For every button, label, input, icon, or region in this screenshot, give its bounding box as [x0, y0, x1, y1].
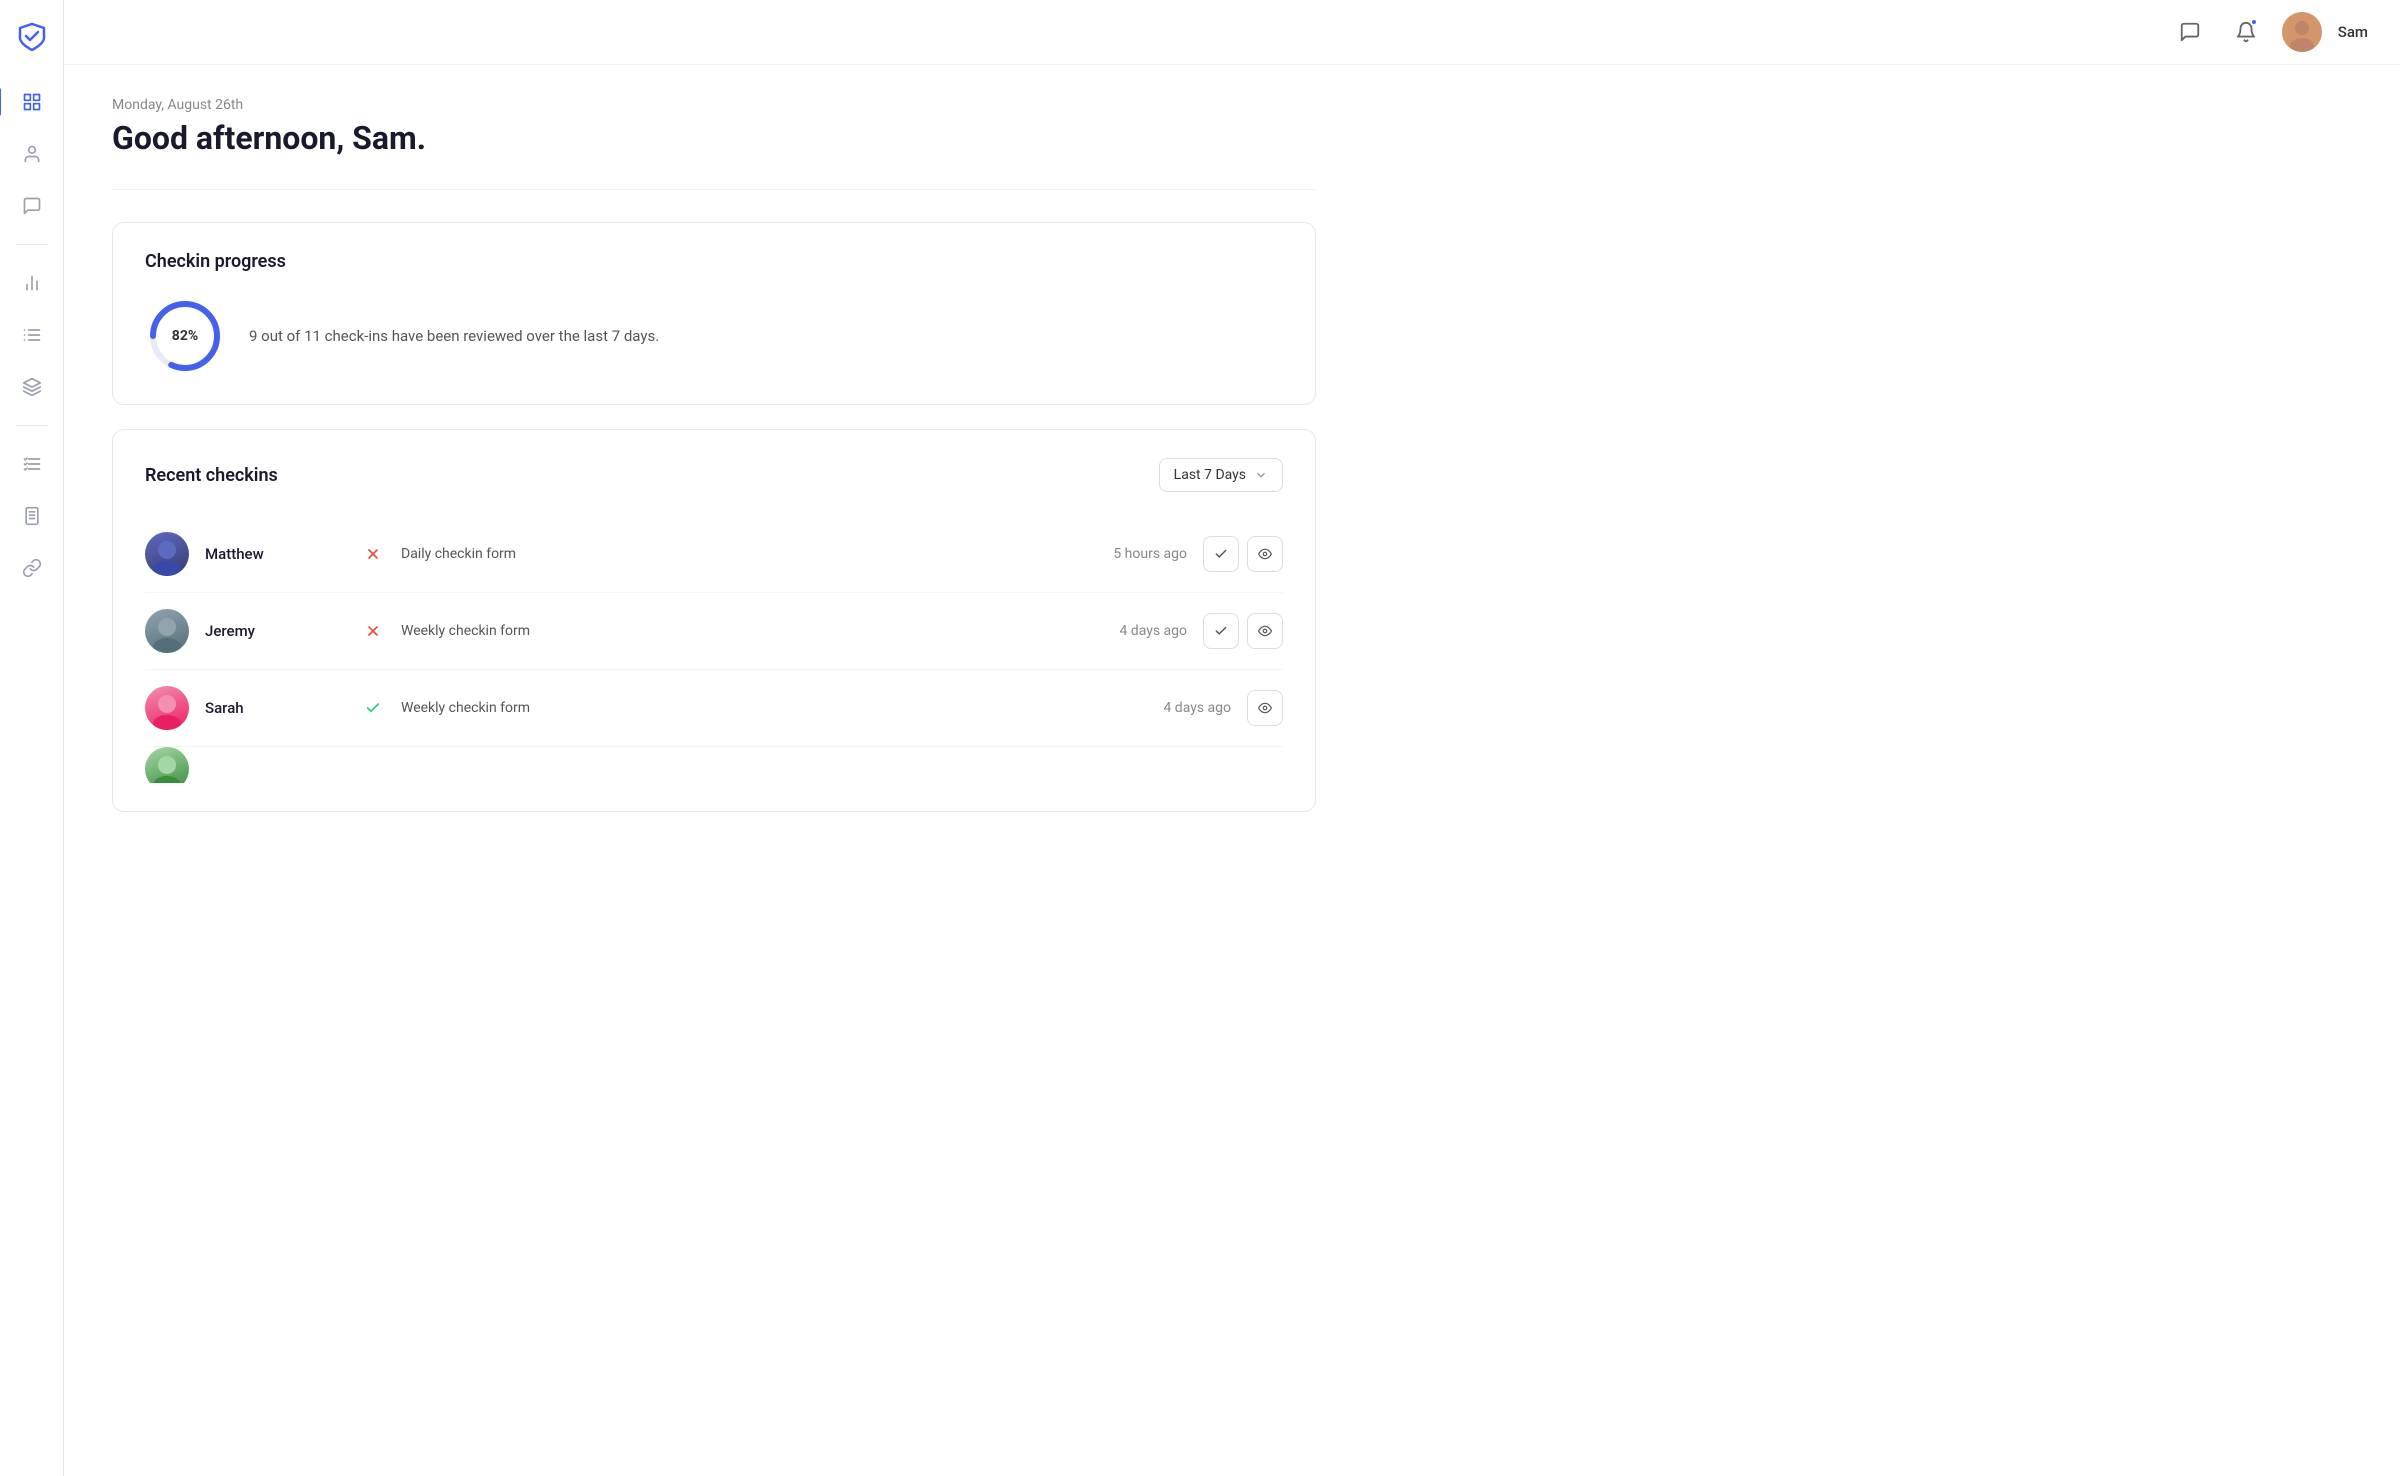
checkin-actions-matthew [1203, 536, 1283, 572]
app-logo[interactable] [12, 16, 52, 56]
time-filter-select[interactable]: Last 7 Days [1159, 458, 1283, 492]
checkin-row-jeremy: Jeremy Weekly checkin form 4 days ago [145, 593, 1283, 670]
checkin-form-matthew: Daily checkin form [401, 546, 1051, 562]
username-label: Sam [2338, 23, 2368, 41]
chat-icon-button[interactable] [2170, 12, 2210, 52]
sidebar-item-users[interactable] [10, 132, 54, 176]
sidebar-item-analytics[interactable] [10, 261, 54, 305]
progress-section: 82% 9 out of 11 check-ins have been revi… [145, 296, 1283, 376]
sidebar-item-dashboard[interactable] [10, 80, 54, 124]
checkin-name-jeremy: Jeremy [205, 622, 345, 640]
sidebar-item-layers[interactable] [10, 365, 54, 409]
checkin-row-partial [145, 747, 1283, 783]
view-button-jeremy[interactable] [1247, 613, 1283, 649]
status-icon-sarah [361, 696, 385, 720]
checkin-name-matthew: Matthew [205, 545, 345, 563]
progress-percentage-label: 82% [172, 328, 198, 344]
recent-checkins-header: Recent checkins Last 7 Days [145, 458, 1283, 492]
checkin-actions-sarah [1247, 690, 1283, 726]
checkin-name-sarah: Sarah [205, 699, 345, 717]
status-icon-matthew [361, 542, 385, 566]
avatar-partial [145, 747, 189, 783]
checkin-actions-jeremy [1203, 613, 1283, 649]
sidebar-item-list[interactable] [10, 313, 54, 357]
approve-button-matthew[interactable] [1203, 536, 1239, 572]
view-button-matthew[interactable] [1247, 536, 1283, 572]
avatar-sarah [145, 686, 189, 730]
notification-icon-button[interactable] [2226, 12, 2266, 52]
checkin-progress-card: Checkin progress 82% 9 out of 11 check-i… [112, 222, 1316, 405]
progress-circle: 82% [145, 296, 225, 376]
checkin-time-matthew: 5 hours ago [1067, 546, 1187, 562]
greeting-title: Good afternoon, Sam. [112, 119, 1316, 157]
avatar-jeremy [145, 609, 189, 653]
checkin-form-sarah: Weekly checkin form [401, 700, 1095, 716]
progress-description: 9 out of 11 check-ins have been reviewed… [249, 325, 659, 348]
sidebar-item-messages[interactable] [10, 184, 54, 228]
topbar: Sam [64, 0, 2400, 65]
checkin-row-sarah: Sarah Weekly checkin form 4 days ago [145, 670, 1283, 747]
approve-button-jeremy[interactable] [1203, 613, 1239, 649]
main-content: Sam Monday, August 26th Good afternoon, … [64, 0, 2400, 1476]
greeting-date: Monday, August 26th [112, 97, 1316, 113]
checkin-time-sarah: 4 days ago [1111, 700, 1231, 716]
sidebar-item-integrations[interactable] [10, 546, 54, 590]
recent-checkins-card: Recent checkins Last 7 Days Matthew [112, 429, 1316, 812]
status-icon-jeremy [361, 619, 385, 643]
checkin-row-matthew: Matthew Daily checkin form 5 hours ago [145, 516, 1283, 593]
page-content: Monday, August 26th Good afternoon, Sam.… [64, 65, 1364, 844]
checkin-time-jeremy: 4 days ago [1067, 623, 1187, 639]
section-divider [112, 189, 1316, 190]
recent-checkins-title: Recent checkins [145, 465, 278, 486]
sidebar-item-forms[interactable] [10, 494, 54, 538]
checkin-progress-title: Checkin progress [145, 251, 1283, 272]
filter-label: Last 7 Days [1174, 467, 1246, 483]
avatar[interactable] [2282, 12, 2322, 52]
notification-badge [2250, 18, 2258, 26]
checkin-form-jeremy: Weekly checkin form [401, 623, 1051, 639]
sidebar-divider-1 [16, 244, 48, 245]
sidebar-item-tasks[interactable] [10, 442, 54, 486]
view-button-sarah[interactable] [1247, 690, 1283, 726]
avatar-matthew [145, 532, 189, 576]
sidebar-divider-2 [16, 425, 48, 426]
sidebar [0, 0, 64, 1476]
